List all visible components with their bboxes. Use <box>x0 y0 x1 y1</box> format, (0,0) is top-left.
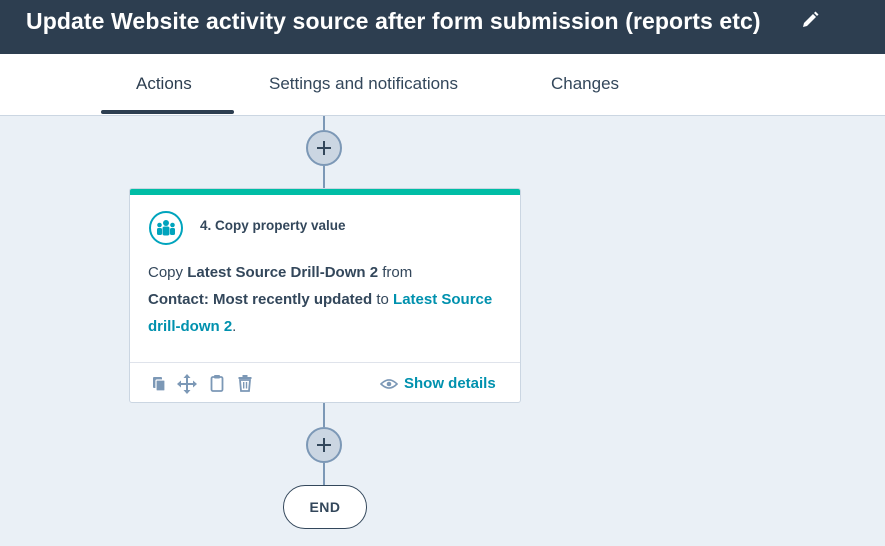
workflow-title: Update Website activity source after for… <box>26 8 761 34</box>
card-title: 4. Copy property value <box>200 218 346 233</box>
tab-actions[interactable]: Actions <box>136 74 192 94</box>
eye-icon <box>380 378 398 389</box>
move-icon[interactable] <box>177 374 197 394</box>
body-text: to <box>372 291 394 308</box>
show-details-link[interactable]: Show details <box>380 375 496 392</box>
end-label: END <box>309 499 341 515</box>
plus-icon <box>317 438 331 452</box>
pencil-icon[interactable] <box>800 10 820 30</box>
plus-icon <box>317 141 331 155</box>
connector-line <box>323 403 325 427</box>
body-text: Copy <box>148 264 188 281</box>
active-tab-indicator <box>101 110 234 114</box>
body-text: from <box>378 264 413 281</box>
card-description: Copy Latest Source Drill-Down 2 from Con… <box>148 259 498 340</box>
source-object: Contact: Most recently updated <box>148 291 373 308</box>
add-action-button[interactable] <box>306 130 342 166</box>
workflow-end-marker: END <box>283 485 367 529</box>
trash-icon[interactable] <box>236 374 254 392</box>
clipboard-icon[interactable] <box>208 374 226 392</box>
show-details-label: Show details <box>404 375 496 392</box>
tab-bar: Actions Settings and notifications Chang… <box>0 54 885 116</box>
workflow-header: Update Website activity source after for… <box>0 0 885 54</box>
connector-line <box>323 116 325 130</box>
action-card[interactable]: 4. Copy property value Copy Latest Sourc… <box>129 188 521 403</box>
people-group-icon <box>149 211 183 245</box>
body-text: . <box>232 318 237 335</box>
tab-changes[interactable]: Changes <box>551 74 619 94</box>
card-footer: Show details <box>130 362 520 402</box>
connector-line <box>323 166 325 188</box>
connector-line <box>323 463 325 485</box>
copy-icon[interactable] <box>150 374 168 392</box>
tab-settings-and-notifications[interactable]: Settings and notifications <box>269 74 458 94</box>
source-property: Latest Source Drill-Down 2 <box>187 264 379 281</box>
add-action-button[interactable] <box>306 427 342 463</box>
card-accent-bar <box>130 189 520 195</box>
